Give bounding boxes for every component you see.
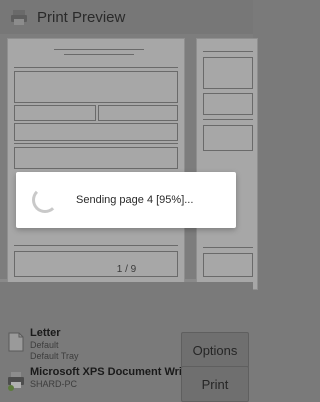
document-content-next <box>203 47 253 281</box>
paper-setting[interactable]: Letter Default Default Tray <box>0 327 180 367</box>
options-button[interactable]: Options <box>181 332 249 368</box>
print-settings-panel: Letter Default Default Tray Microsoft XP… <box>0 282 253 402</box>
paper-size-label: Letter <box>30 327 61 339</box>
loading-spinner-icon <box>32 187 58 213</box>
paper-icon <box>6 331 26 353</box>
sending-progress-dialog: Sending page 4 [95%]... <box>16 172 236 228</box>
preview-page-next[interactable] <box>196 38 258 290</box>
print-preview-screen: Print Preview 1 / 9 Letter Default Defau… <box>0 0 258 402</box>
printer-host-label: SHARD-PC <box>30 379 78 389</box>
screen-title: Print Preview <box>37 8 126 26</box>
title-bar: Print Preview <box>0 0 253 34</box>
progress-message: Sending page 4 [95%]... <box>76 194 194 206</box>
printer-name-label: Microsoft XPS Document Writer <box>30 366 197 378</box>
paper-tray-label: Default Tray <box>30 351 79 361</box>
page-indicator: 1 / 9 <box>116 264 137 275</box>
document-content <box>14 47 178 281</box>
printer-app-icon <box>10 8 28 26</box>
printer-setting[interactable]: Microsoft XPS Document Writer SHARD-PC <box>0 365 196 397</box>
paper-default-label: Default <box>30 340 59 350</box>
page-preview-area[interactable] <box>0 34 258 290</box>
preview-page-current[interactable] <box>7 38 185 290</box>
print-button[interactable]: Print <box>181 366 249 402</box>
printer-icon <box>6 369 26 391</box>
